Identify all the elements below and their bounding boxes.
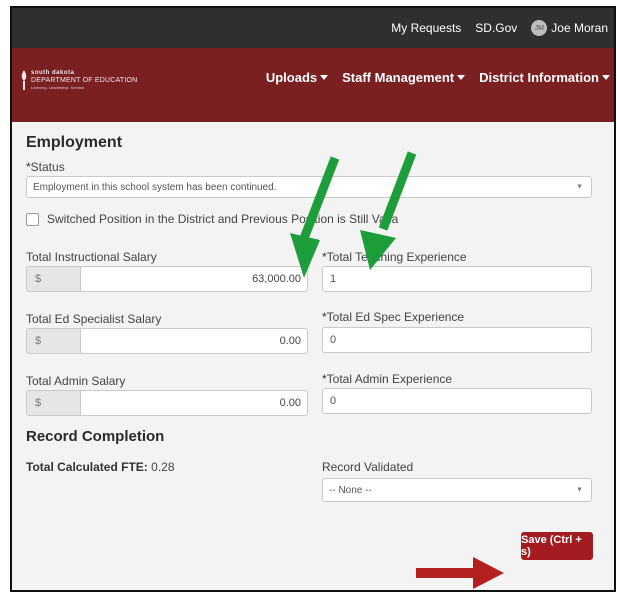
save-button[interactable]: Save (Ctrl + s) [521,532,593,560]
employment-heading: Employment [26,134,123,151]
calculated-fte: Total Calculated FTE: 0.28 [26,460,175,474]
currency-addon: $ [27,391,81,415]
avatar: JM [531,20,548,36]
nav-uploads-label: Uploads [265,70,318,85]
user-name: Joe Moran [551,21,608,35]
status-select[interactable]: Employment in this school system has bee… [26,176,592,198]
edspec-exp-label: *Total Ed Spec Experience [322,310,465,324]
top-links: My Requests SD.Gov JM Joe Moran [391,8,608,48]
record-validated-value: -- None -- [329,484,372,496]
record-validated-select[interactable]: -- None -- ▼ [322,478,592,502]
admin-salary-value: 0.00 [279,397,301,409]
record-validated-label: Record Validated [322,460,414,474]
edspec-salary-value: 0.00 [279,335,301,347]
record-completion-heading: Record Completion [26,428,165,445]
currency-addon: $ [27,267,81,291]
torch-icon [21,70,27,90]
chevron-down-icon: ▼ [576,486,583,494]
chevron-down-icon: ▼ [576,183,583,191]
chevron-down-icon [457,75,466,80]
teach-exp-label: *Total Teaching Experience [322,250,467,264]
edspec-exp-input[interactable]: 0 [322,327,592,353]
status-label: *Status [26,160,65,174]
main-nav: Uploads Staff Management District Inform… [266,70,610,85]
main-header: south dakota DEPARTMENT OF EDUCATION Lea… [12,48,614,122]
nav-uploads[interactable]: Uploads [265,70,329,85]
admin-salary-label: Total Admin Salary [26,374,126,388]
logo-line-2: DEPARTMENT OF EDUCATION [31,77,138,84]
switched-position-checkbox[interactable] [26,212,39,226]
status-value: Employment in this school system has bee… [33,181,277,193]
nav-staff-management[interactable]: Staff Management [342,70,466,85]
chevron-down-icon [320,75,329,80]
edspec-salary-field[interactable]: $ 0.00 [26,328,308,354]
sd-doe-logo[interactable]: south dakota DEPARTMENT OF EDUCATION Lea… [20,70,137,90]
currency-addon: $ [27,329,81,353]
teach-exp-input[interactable]: 1 [322,266,592,292]
admin-exp-input[interactable]: 0 [322,388,592,414]
instr-salary-field[interactable]: $ 63,000.00 [26,266,308,292]
logo-line-1: south dakota [31,70,75,76]
nav-staff-label: Staff Management [342,70,455,85]
nav-district-information[interactable]: District Information [479,70,610,85]
switched-position-label: Switched Position in the District and Pr… [47,212,399,226]
instr-salary-value: 63,000.00 [252,273,301,285]
app-frame: My Requests SD.Gov JM Joe Moran south da… [10,6,616,592]
logo-line-3: Learning. Leadership. Service. [31,85,86,90]
admin-exp-label: *Total Admin Experience [322,372,453,386]
sd-gov-link[interactable]: SD.Gov [475,21,517,35]
fte-label: Total Calculated FTE: [26,460,148,474]
top-utility-bar: My Requests SD.Gov JM Joe Moran [12,8,614,48]
switched-position-row: Switched Position in the District and Pr… [26,212,398,226]
fte-value: 0.28 [151,460,175,474]
chevron-down-icon [602,75,610,80]
edspec-salary-label: Total Ed Specialist Salary [26,312,162,326]
nav-district-label: District Information [479,70,599,85]
instr-salary-label: Total Instructional Salary [26,250,157,264]
my-requests-link[interactable]: My Requests [391,21,461,35]
user-menu[interactable]: JM Joe Moran [531,20,608,36]
admin-salary-field[interactable]: $ 0.00 [26,390,308,416]
